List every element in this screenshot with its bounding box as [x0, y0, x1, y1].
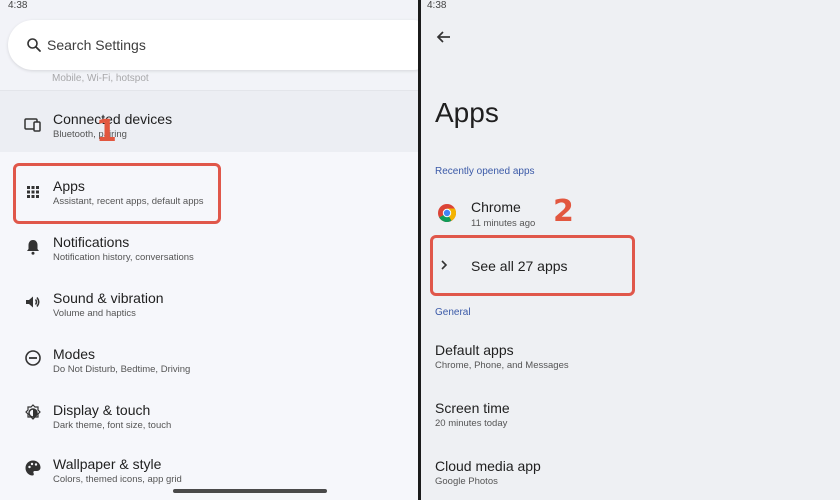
- status-time: 4:38: [8, 0, 28, 11]
- status-time: 4:38: [427, 0, 447, 11]
- recent-app-chrome[interactable]: Chrome 11 minutes ago: [421, 194, 840, 234]
- step-number-2: 2: [553, 194, 574, 229]
- chrome-icon: [438, 204, 457, 223]
- item-subtitle: Colors, themed icons, app grid: [53, 474, 182, 485]
- item-title: Sound & vibration: [53, 290, 164, 306]
- apps-panel: 4:38 Apps Recently opened apps Chrome 11…: [421, 0, 840, 500]
- see-all-highlight-box: [430, 235, 635, 296]
- settings-item-connected-devices[interactable]: Connected devices Bluetooth, pairing: [0, 105, 418, 155]
- search-icon: [27, 38, 41, 52]
- item-title: Screen time: [435, 400, 510, 416]
- cloud-media-item[interactable]: Cloud media app Google Photos: [421, 452, 840, 496]
- palette-icon: [25, 460, 41, 476]
- devices-icon: [24, 118, 41, 132]
- item-subtitle: Chrome, Phone, and Messages: [435, 360, 569, 371]
- search-bar[interactable]: Search Settings: [8, 20, 418, 70]
- recent-app-name: Chrome: [471, 199, 521, 215]
- home-indicator[interactable]: [173, 489, 327, 493]
- search-placeholder: Search Settings: [47, 37, 146, 53]
- recent-apps-label: Recently opened apps: [435, 166, 535, 177]
- modes-icon: [25, 350, 41, 366]
- screen-time-item[interactable]: Screen time 20 minutes today: [421, 394, 840, 438]
- item-subtitle: Notification history, conversations: [53, 252, 194, 263]
- item-subtitle: Google Photos: [435, 476, 498, 487]
- general-label: General: [435, 307, 471, 318]
- item-subtitle: 20 minutes today: [435, 418, 508, 429]
- settings-item-sound[interactable]: Sound & vibration Volume and haptics: [0, 284, 418, 334]
- item-title: Default apps: [435, 342, 514, 358]
- speaker-icon: [26, 296, 40, 308]
- default-apps-item[interactable]: Default apps Chrome, Phone, and Messages: [421, 336, 840, 380]
- item-title: Cloud media app: [435, 458, 541, 474]
- back-arrow-icon[interactable]: [435, 28, 453, 46]
- network-subtitle-peek: Mobile, Wi-Fi, hotspot: [52, 73, 149, 84]
- item-title: Wallpaper & style: [53, 456, 162, 472]
- settings-item-modes[interactable]: Modes Do Not Disturb, Bedtime, Driving: [0, 340, 418, 390]
- step-number-1: 1: [96, 114, 117, 149]
- item-title: Notifications: [53, 234, 130, 250]
- item-subtitle: Dark theme, font size, touch: [53, 420, 172, 431]
- settings-item-display[interactable]: Display & touch Dark theme, font size, t…: [0, 396, 418, 446]
- item-title: Modes: [53, 346, 96, 362]
- recent-app-time: 11 minutes ago: [471, 218, 536, 229]
- item-subtitle: Do Not Disturb, Bedtime, Driving: [53, 364, 191, 375]
- display-icon: [25, 404, 41, 420]
- page-title: Apps: [435, 97, 499, 128]
- item-title: Display & touch: [53, 402, 151, 418]
- settings-item-notifications[interactable]: Notifications Notification history, conv…: [0, 228, 418, 278]
- apps-highlight-box: [13, 163, 221, 224]
- item-subtitle: Volume and haptics: [53, 308, 136, 319]
- settings-panel: 4:38 Search Settings Mobile, Wi-Fi, hots…: [0, 0, 418, 500]
- bell-icon: [27, 240, 39, 255]
